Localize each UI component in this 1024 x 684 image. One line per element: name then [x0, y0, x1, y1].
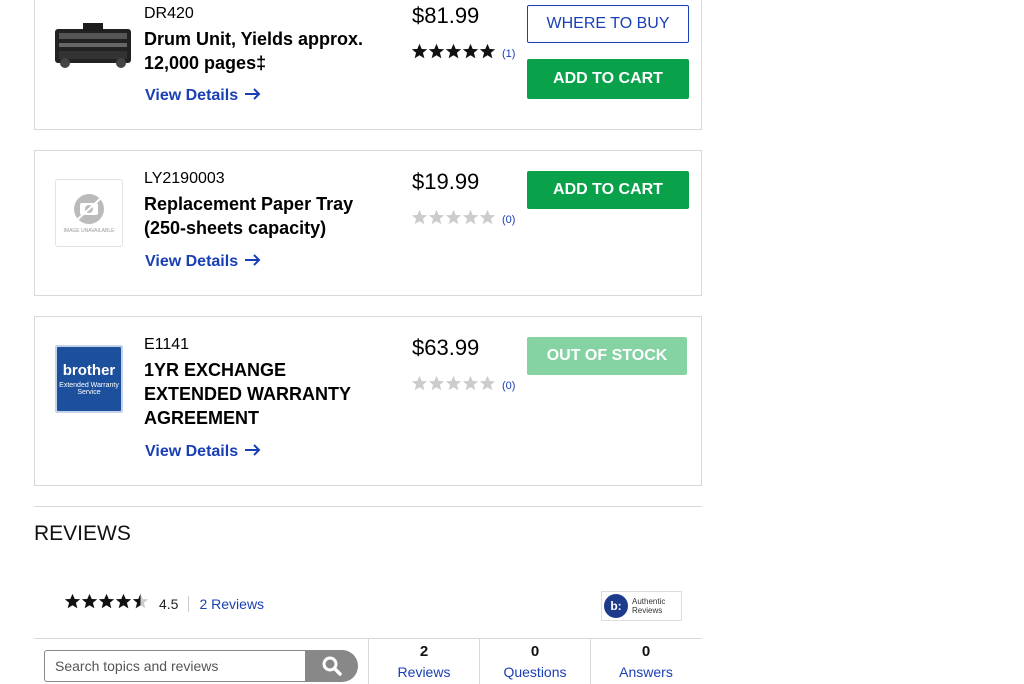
where-to-buy-button[interactable]: WHERE TO BUY — [527, 5, 689, 43]
tab-reviews[interactable]: 2 Reviews — [368, 639, 479, 684]
star-empty — [411, 375, 428, 391]
rating-count: (0) — [502, 214, 516, 226]
tab-questions[interactable]: 0 Questions — [479, 639, 590, 684]
tab-answers[interactable]: 0 Answers — [590, 639, 701, 684]
view-details-label: View Details — [145, 87, 239, 104]
star-empty — [428, 375, 445, 391]
product-price: $19.99 — [412, 169, 480, 194]
arrow-right-icon — [244, 253, 262, 271]
product-image[interactable]: brother Extended Warranty Service — [55, 345, 123, 413]
brother-logo: brother — [62, 362, 116, 379]
authentic-label: Authentic — [632, 597, 666, 606]
view-details-link[interactable]: View Details — [145, 443, 262, 461]
review-toolbar: 2 Reviews 0 Questions 0 Answers — [34, 638, 702, 684]
out-of-stock-button: OUT OF STOCK — [527, 337, 687, 375]
authentic-reviews-badge[interactable]: b: Authentic Reviews — [601, 591, 682, 621]
star-empty — [479, 375, 496, 391]
product-image[interactable] — [53, 19, 131, 89]
reviews-label: Reviews — [632, 606, 663, 615]
average-rating: 4.5 — [159, 596, 179, 612]
tab-count: 0 — [530, 643, 540, 660]
add-to-cart-button[interactable]: ADD TO CART — [527, 59, 689, 99]
review-summary: 4.5 2 Reviews — [64, 593, 264, 615]
rating-count: (1) — [502, 48, 516, 60]
image-unavailable-text: IMAGE UNAVAILABLE — [63, 228, 115, 234]
product-card: DR420 Drum Unit, Yields approx. 12,000 p… — [34, 0, 702, 130]
product-rating[interactable]: (0) — [411, 375, 515, 397]
product-sku: LY2190003 — [144, 170, 225, 187]
star-empty — [479, 209, 496, 225]
star-empty — [428, 209, 445, 225]
star-filled — [98, 593, 115, 609]
search-icon — [322, 656, 342, 676]
product-name[interactable]: Drum Unit, Yields approx. 12,000 pages‡ — [144, 27, 384, 75]
star-empty — [462, 209, 479, 225]
tab-count: 2 — [419, 643, 429, 660]
product-name[interactable]: 1YR EXCHANGE EXTENDED WARRANTY AGREEMENT — [144, 358, 374, 430]
product-price: $81.99 — [412, 3, 480, 28]
reviews-heading: REVIEWS — [34, 522, 131, 545]
product-card: brother Extended Warranty Service E1141 … — [34, 316, 702, 486]
product-sku: E1141 — [144, 336, 190, 353]
star-rating-icon — [411, 375, 496, 397]
view-details-label: View Details — [145, 253, 239, 270]
star-empty — [445, 209, 462, 225]
search-button[interactable] — [305, 650, 358, 682]
view-details-link[interactable]: View Details — [145, 253, 262, 271]
warranty-text: Extended Warranty — [59, 382, 119, 389]
product-rating[interactable]: (1) — [411, 43, 515, 65]
star-filled — [81, 593, 98, 609]
star-filled — [462, 43, 479, 59]
bazaarvoice-icon: b: — [604, 594, 628, 618]
service-text: Service — [77, 389, 101, 396]
product-image[interactable]: IMAGE UNAVAILABLE — [55, 179, 123, 247]
product-price: $63.99 — [412, 335, 480, 360]
product-rating[interactable]: (0) — [411, 209, 515, 231]
section-divider — [34, 506, 702, 507]
star-filled — [115, 593, 132, 609]
star-filled — [411, 43, 428, 59]
star-empty — [462, 375, 479, 391]
search-input[interactable] — [44, 650, 306, 682]
drum-unit-image — [55, 23, 131, 68]
add-to-cart-button[interactable]: ADD TO CART — [527, 171, 689, 209]
tab-label: Reviews — [397, 664, 451, 680]
view-details-link[interactable]: View Details — [145, 87, 262, 105]
star-filled — [428, 43, 445, 59]
star-filled — [64, 593, 81, 609]
average-star-rating-icon — [64, 593, 149, 615]
reviews-count-link[interactable]: 2 Reviews — [199, 596, 264, 612]
tab-label: Questions — [503, 664, 567, 680]
star-empty — [411, 209, 428, 225]
arrow-right-icon — [244, 443, 262, 461]
star-filled — [479, 43, 496, 59]
product-name[interactable]: Replacement Paper Tray (250-sheets capac… — [144, 192, 384, 240]
rating-count: (0) — [502, 380, 516, 392]
summary-separator — [188, 596, 190, 612]
tab-label: Answers — [619, 664, 673, 680]
arrow-right-icon — [244, 87, 262, 105]
product-card: IMAGE UNAVAILABLE LY2190003 Replacement … — [34, 150, 702, 296]
star-rating-icon — [411, 209, 496, 231]
star-rating-icon — [411, 43, 496, 65]
tab-count: 0 — [641, 643, 651, 660]
product-sku: DR420 — [144, 5, 194, 22]
view-details-label: View Details — [145, 443, 239, 460]
star-empty — [445, 375, 462, 391]
image-unavailable-icon — [74, 194, 104, 224]
star-filled — [445, 43, 462, 59]
